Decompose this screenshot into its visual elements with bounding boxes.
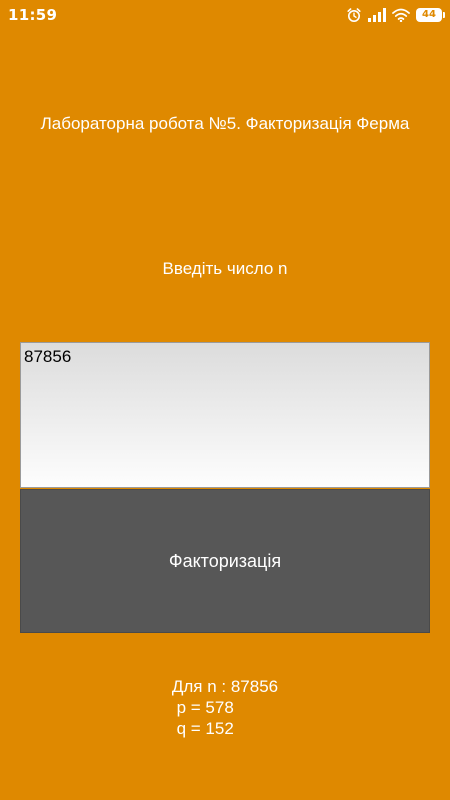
number-input[interactable]: 87856 <box>20 342 430 488</box>
result-line-n: Для n : 87856 <box>171 677 279 696</box>
signal-icon <box>368 8 386 22</box>
result-output: Для n : 87856 p = 578 q = 152 <box>0 676 450 739</box>
status-bar: 11:59 44 <box>0 0 450 30</box>
status-icons: 44 <box>346 6 445 24</box>
wifi-icon <box>392 8 410 22</box>
factorize-button[interactable]: Факторизація <box>20 489 430 633</box>
result-line-q: q = 152 <box>171 719 234 738</box>
input-prompt-label: Введіть число n <box>162 259 288 278</box>
page-title: Лабораторна робота №5. Факторизація Ферм… <box>40 114 410 133</box>
result-line-p: p = 578 <box>171 698 234 717</box>
result-text: Для n : 87856 p = 578 q = 152 <box>172 676 278 739</box>
battery-icon: 44 <box>416 8 445 22</box>
status-time: 11:59 <box>8 6 58 24</box>
alarm-clock-icon <box>346 7 362 23</box>
